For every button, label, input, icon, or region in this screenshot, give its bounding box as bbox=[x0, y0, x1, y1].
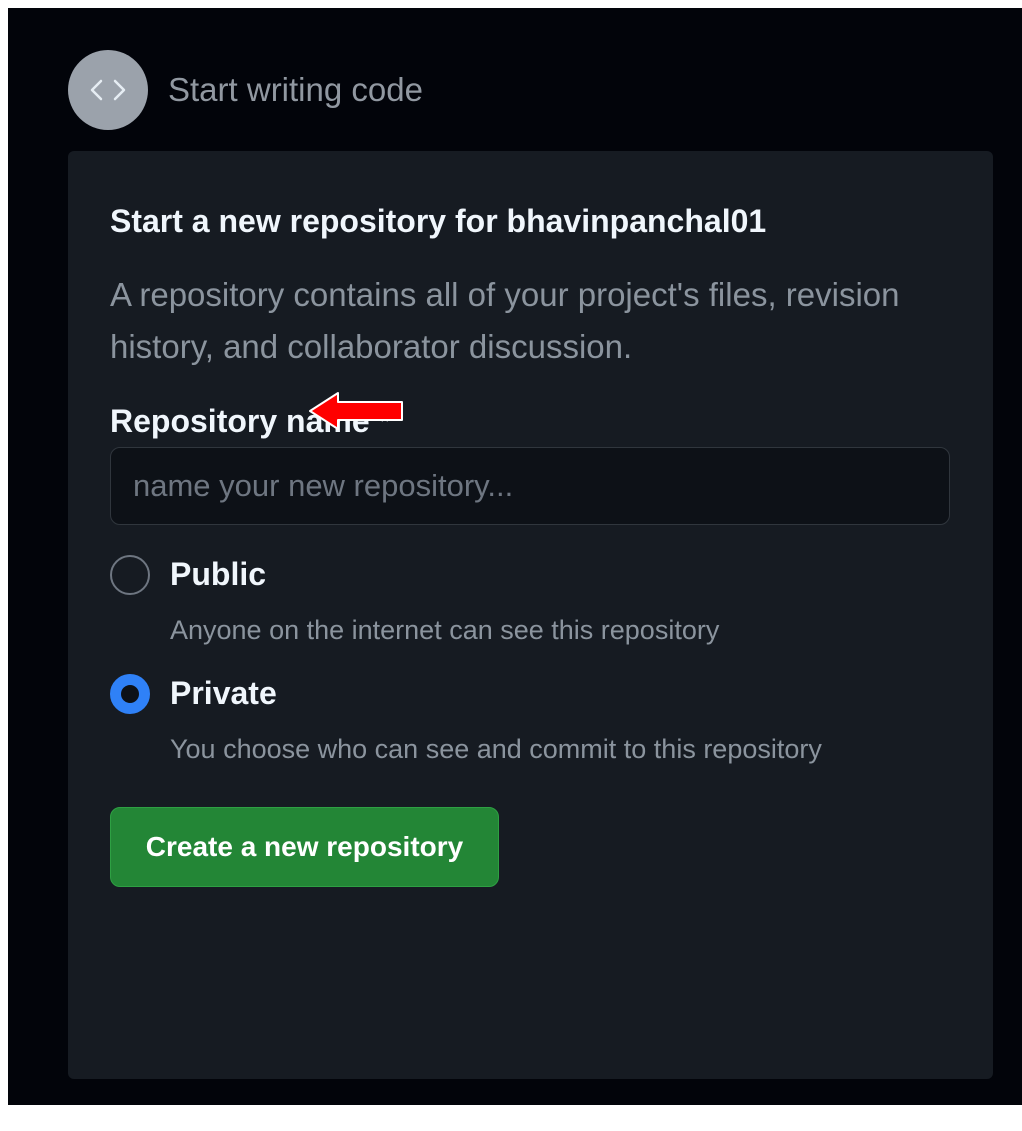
public-radio[interactable] bbox=[110, 555, 150, 595]
private-radio[interactable] bbox=[110, 674, 150, 714]
new-repository-card: Start a new repository for bhavinpanchal… bbox=[68, 151, 993, 1079]
create-repository-button[interactable]: Create a new repository bbox=[110, 807, 499, 887]
repository-name-input[interactable] bbox=[110, 447, 950, 525]
page-background: Start writing code Start a new repositor… bbox=[8, 8, 1022, 1105]
card-title: Start a new repository for bhavinpanchal… bbox=[110, 203, 767, 239]
card-description: A repository contains all of your projec… bbox=[110, 276, 900, 365]
public-label[interactable]: Public bbox=[170, 556, 266, 593]
step-header: Start writing code bbox=[68, 50, 423, 130]
private-description: You choose who can see and commit to thi… bbox=[170, 734, 822, 764]
code-icon bbox=[68, 50, 148, 130]
red-arrow-left-icon bbox=[309, 392, 403, 430]
public-description: Anyone on the internet can see this repo… bbox=[170, 615, 720, 645]
step-title: Start writing code bbox=[168, 71, 423, 108]
private-label[interactable]: Private bbox=[170, 675, 277, 712]
